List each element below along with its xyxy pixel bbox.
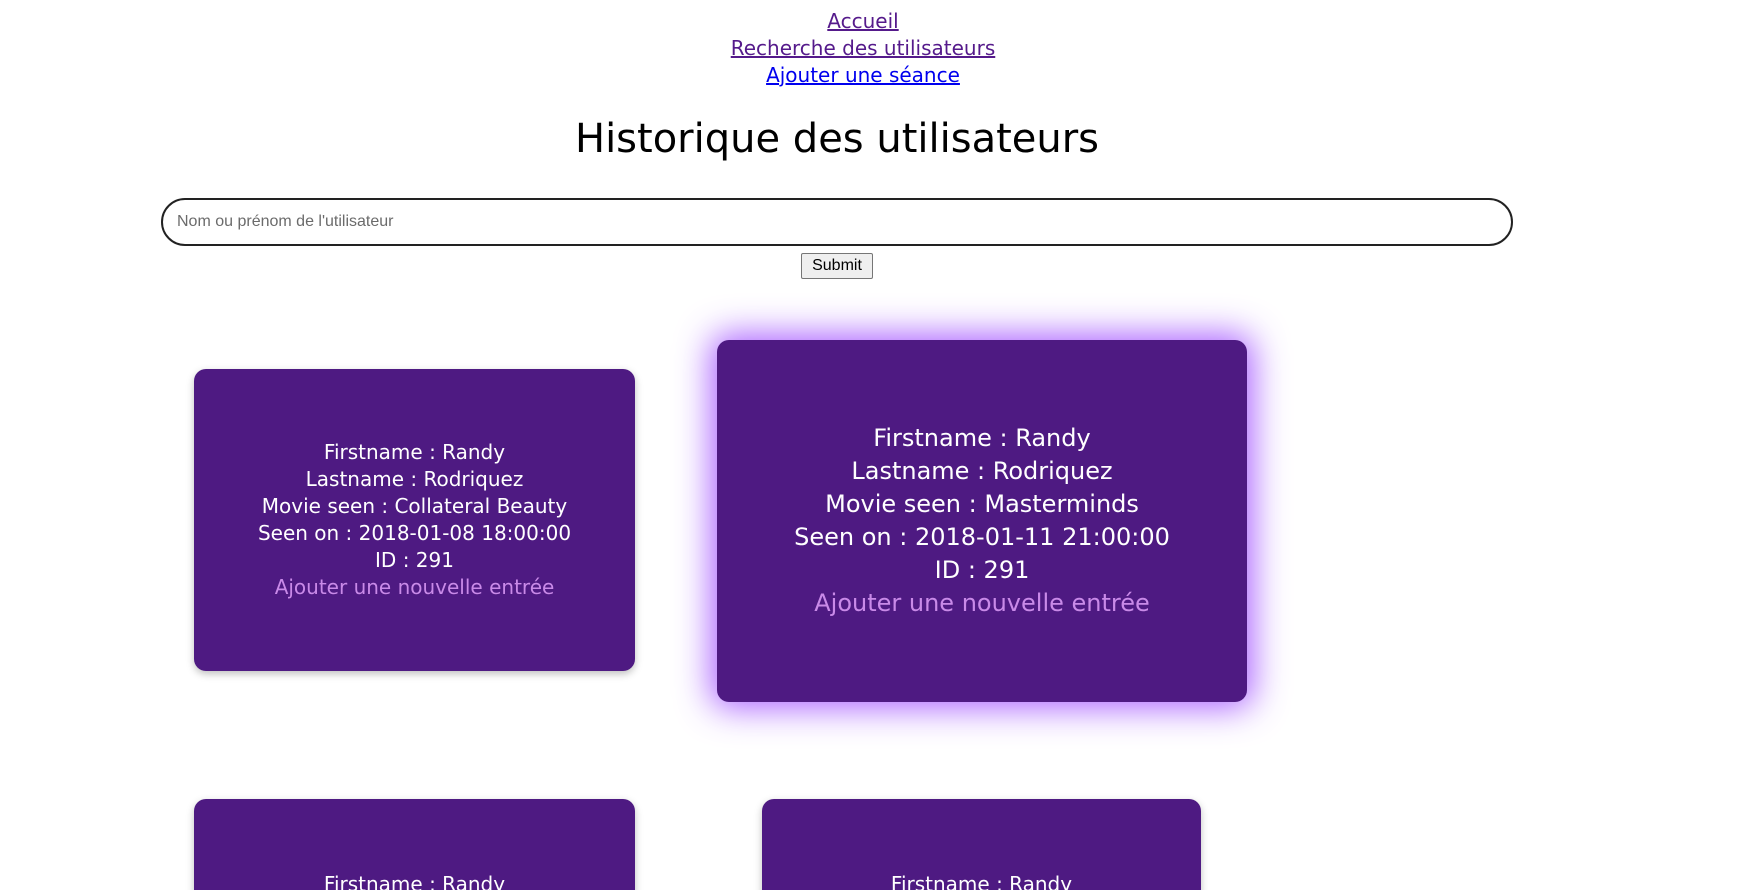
card-firstname: Firstname : Randy: [873, 424, 1091, 452]
card-firstname: Firstname : Randy: [323, 440, 506, 464]
search-input[interactable]: [161, 198, 1513, 246]
card-movie: Movie seen : Collateral Beauty: [261, 494, 568, 518]
card-id: ID : 291: [375, 548, 454, 572]
submit-button[interactable]: Submit: [801, 253, 873, 279]
top-nav: Accueil Recherche des utilisateurs Ajout…: [0, 8, 1726, 89]
nav-link-home[interactable]: Accueil: [0, 8, 1726, 35]
card-seen-on: Seen on : 2018-01-08 18:00:00: [257, 521, 572, 545]
history-card: Firstname : Randy: [762, 799, 1201, 890]
card-add-entry-link[interactable]: Ajouter une nouvelle entrée: [194, 574, 635, 601]
card-add-entry-link[interactable]: Ajouter une nouvelle entrée: [717, 587, 1247, 620]
card-id: ID : 291: [934, 556, 1030, 584]
history-card-hovered: Firstname : Randy Lastname : Rodriquez M…: [717, 340, 1247, 702]
card-firstname: Firstname : Randy: [323, 872, 506, 890]
history-card: Firstname : Randy Lastname : Rodriquez M…: [194, 369, 635, 671]
nav-link-add-session[interactable]: Ajouter une séance: [0, 62, 1726, 89]
page: Accueil Recherche des utilisateurs Ajout…: [0, 0, 1760, 890]
card-firstname: Firstname : Randy: [890, 872, 1073, 890]
card-seen-on: Seen on : 2018-01-11 21:00:00: [794, 523, 1170, 551]
page-title: Historique des utilisateurs: [574, 116, 1100, 162]
card-lastname: Lastname : Rodriquez: [305, 467, 524, 491]
card-lastname: Lastname : Rodriquez: [851, 457, 1113, 485]
history-card: Firstname : Randy: [194, 799, 635, 890]
card-movie: Movie seen : Masterminds: [825, 490, 1139, 518]
nav-link-search-users[interactable]: Recherche des utilisateurs: [0, 35, 1726, 62]
